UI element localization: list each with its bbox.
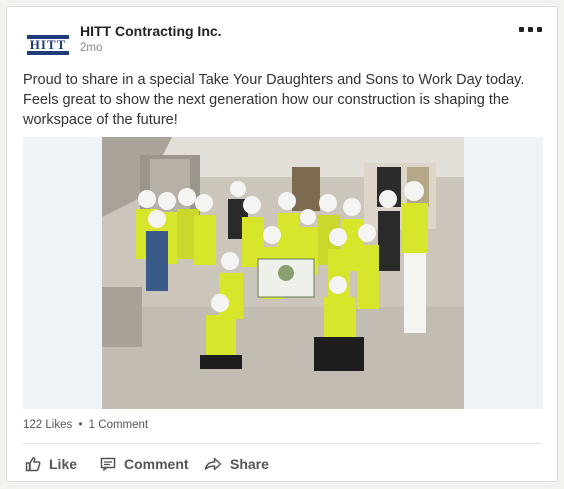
thumbs-up-icon: [25, 457, 41, 472]
actions-divider: [23, 443, 541, 444]
like-button[interactable]: Like: [25, 453, 77, 475]
share-button[interactable]: Share: [204, 453, 269, 475]
post-text: Proud to share in a special Take Your Da…: [23, 72, 525, 128]
comment-label: Comment: [124, 456, 189, 472]
more-options-icon[interactable]: [517, 19, 545, 37]
comments-count[interactable]: 1 Comment: [89, 419, 148, 431]
group-photo-illustration: [102, 137, 464, 409]
comment-icon: [100, 457, 116, 472]
post-photo[interactable]: [102, 137, 464, 409]
stats-separator: •: [78, 419, 83, 431]
company-name[interactable]: HITT Contracting Inc.: [80, 23, 222, 39]
comment-button[interactable]: Comment: [100, 453, 189, 475]
like-label: Like: [49, 456, 78, 472]
social-counts: 122 Likes • 1 Comment: [23, 419, 148, 431]
share-arrow-icon: [204, 457, 222, 471]
likes-count[interactable]: 122 Likes: [23, 419, 72, 431]
post-image-container[interactable]: [23, 137, 543, 409]
post-timestamp: 2mo: [80, 42, 103, 54]
feed-post-card: HITT HITT Contracting Inc. 2mo Proud to …: [6, 6, 558, 482]
company-logo[interactable]: HITT: [27, 35, 69, 55]
logo-text: HITT: [27, 38, 69, 51]
post-header: HITT HITT Contracting Inc. 2mo: [23, 21, 545, 65]
share-label: Share: [230, 456, 269, 472]
